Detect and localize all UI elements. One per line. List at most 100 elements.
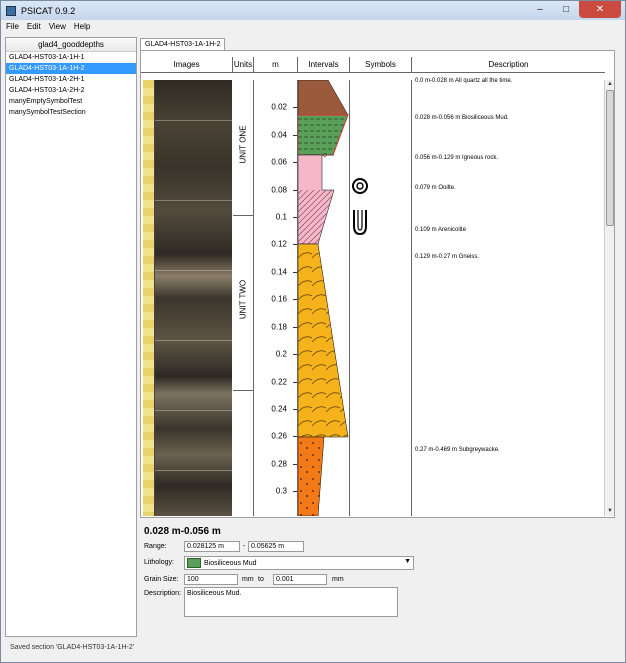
lithology-value: Biosiliceous Mud xyxy=(204,559,257,567)
depth-label: 0.18 xyxy=(271,322,287,332)
depth-tick xyxy=(293,491,297,492)
core-band xyxy=(155,470,232,471)
depth-tick xyxy=(293,354,297,355)
grain-to-unit: mm xyxy=(332,576,344,583)
grain-to-input[interactable]: 0.001 xyxy=(273,574,327,585)
lithology-select[interactable]: Biosiliceous Mud ▼ xyxy=(184,556,414,570)
tab-section[interactable]: GLAD4-HST03-1A-1H-2 xyxy=(140,38,226,50)
interval-gneiss[interactable] xyxy=(297,243,349,438)
section-diagram: Images Units m Intervals Symbols Descrip… xyxy=(140,50,615,518)
core-band xyxy=(155,120,232,121)
menu-help[interactable]: Help xyxy=(69,22,93,31)
range-from-input[interactable]: 0.028125 m xyxy=(184,541,240,552)
interval-title: 0.028 m-0.056 m xyxy=(144,526,221,537)
vertical-scrollbar[interactable]: ▲ ▼ xyxy=(604,80,614,516)
chevron-down-icon[interactable]: ▼ xyxy=(404,558,411,565)
depth-tick xyxy=(293,382,297,383)
unit-one-label[interactable]: UNIT ONE xyxy=(239,117,248,173)
lithology-label: Lithology: xyxy=(144,559,174,566)
depth-axis: 0.02 0.04 0.06 0.08 0.1 0.12 0.14 0.16 0… xyxy=(254,80,298,516)
grain-from-unit: mm xyxy=(242,576,254,583)
grain-from-input[interactable]: 100 xyxy=(184,574,238,585)
interval-subgreywacke[interactable] xyxy=(297,436,325,517)
description-entry[interactable]: 0.109 m Arenicolite xyxy=(415,227,466,233)
header-description: Description xyxy=(412,57,605,73)
symbols-column xyxy=(350,80,412,516)
interval-mud-selected[interactable] xyxy=(297,114,349,156)
depth-label: 0.06 xyxy=(271,157,287,167)
lithology-swatch xyxy=(187,558,201,568)
menu-bar: File Edit View Help xyxy=(1,20,625,33)
menu-view[interactable]: View xyxy=(44,22,69,31)
scroll-thumb[interactable] xyxy=(606,90,614,226)
scroll-up-icon[interactable]: ▲ xyxy=(605,80,614,89)
core-band xyxy=(155,270,232,271)
lithology-intervals xyxy=(297,79,349,517)
description-entry[interactable]: 0.079 m Ooilte. xyxy=(415,185,456,191)
unit-two-label[interactable]: UNIT TWO xyxy=(239,272,248,328)
depth-tick xyxy=(293,409,297,410)
column-headers: Images Units m Intervals Symbols Descrip… xyxy=(141,57,605,73)
description-label: Description: xyxy=(144,590,181,597)
depth-label: 0.12 xyxy=(271,239,287,249)
grain-to-label: to xyxy=(258,576,264,583)
interval-igneous[interactable] xyxy=(297,154,335,245)
depth-tick xyxy=(293,464,297,465)
range-to-input[interactable]: 0.05625 m xyxy=(248,541,304,552)
maximize-icon[interactable]: □ xyxy=(553,1,579,18)
menu-edit[interactable]: Edit xyxy=(22,22,44,31)
u-burrow-icon[interactable] xyxy=(353,210,367,236)
intervals-column xyxy=(297,79,350,517)
section-item-selected[interactable]: GLAD4-HST03-1A-1H-2 xyxy=(6,63,136,74)
depth-tick xyxy=(293,162,297,163)
description-entry[interactable]: 0.0 m-0.028 m All quartz all the time. xyxy=(415,78,512,84)
depth-tick xyxy=(293,436,297,437)
depth-tick xyxy=(293,135,297,136)
description-entry[interactable]: 0.129 m-0.27 m Gneiss. xyxy=(415,254,479,260)
core-band xyxy=(155,340,232,341)
section-item[interactable]: GLAD4-HST03-1A-2H-2 xyxy=(6,85,136,96)
description-entry[interactable]: 0.27 m-0.469 m Subgreywacke. xyxy=(415,447,500,453)
depth-label: 0.1 xyxy=(275,212,287,222)
project-header[interactable]: glad4_gooddepths xyxy=(6,38,136,52)
header-intervals: Intervals xyxy=(298,57,350,73)
project-tree: glad4_gooddepths GLAD4-HST03-1A-1H-1 GLA… xyxy=(5,37,137,637)
scroll-down-icon[interactable]: ▼ xyxy=(605,507,614,516)
core-image[interactable] xyxy=(143,80,232,516)
header-depth: m xyxy=(254,57,298,73)
units-column: UNIT ONE UNIT TWO xyxy=(233,80,254,516)
header-symbols: Symbols xyxy=(350,57,412,73)
description-entry[interactable]: 0.056 m-0.129 m Igneous rock. xyxy=(415,155,498,161)
depth-tick xyxy=(293,217,297,218)
symbols-canvas xyxy=(352,178,368,236)
interval-quartz[interactable] xyxy=(297,79,349,116)
description-column: 0.0 m-0.028 m All quartz all the time. 0… xyxy=(412,78,602,516)
minimize-icon[interactable]: – xyxy=(527,1,553,18)
section-item[interactable]: GLAD4-HST03-1A-1H-1 xyxy=(6,52,136,63)
status-bar: Saved section 'GLAD4-HST03-1A-1H-2' xyxy=(10,644,135,651)
header-images: Images xyxy=(141,57,233,73)
depth-label: 0.2 xyxy=(275,349,287,359)
depth-tick xyxy=(293,244,297,245)
depth-label: 0.02 xyxy=(271,102,287,112)
window-title: PSICAT 0.9.2 xyxy=(21,5,76,16)
description-entry[interactable]: 0.028 m-0.056 m Biosiliceous Mud. xyxy=(415,115,509,121)
description-textarea[interactable]: Biosiliceous Mud. xyxy=(184,587,398,617)
close-icon[interactable]: ✕ xyxy=(579,1,621,18)
core-band xyxy=(155,200,232,201)
app-icon xyxy=(6,5,16,16)
ooid-icon[interactable] xyxy=(352,178,368,194)
core-band xyxy=(155,410,232,411)
menu-file[interactable]: File xyxy=(1,22,22,31)
depth-label: 0.08 xyxy=(271,185,287,195)
scale-ruler xyxy=(143,80,155,516)
section-item[interactable]: GLAD4-HST03-1A-2H-1 xyxy=(6,74,136,85)
range-label: Range: xyxy=(144,543,167,550)
interval-properties: 0.028 m-0.056 m Range: 0.028125 m - 0.05… xyxy=(140,520,615,638)
depth-label: 0.14 xyxy=(271,267,287,277)
section-item[interactable]: manySymbolTestSection xyxy=(6,107,136,118)
header-units: Units xyxy=(233,57,254,73)
depth-tick xyxy=(293,299,297,300)
depth-label: 0.24 xyxy=(271,404,287,414)
section-item[interactable]: manyEmptySymbolTest xyxy=(6,96,136,107)
